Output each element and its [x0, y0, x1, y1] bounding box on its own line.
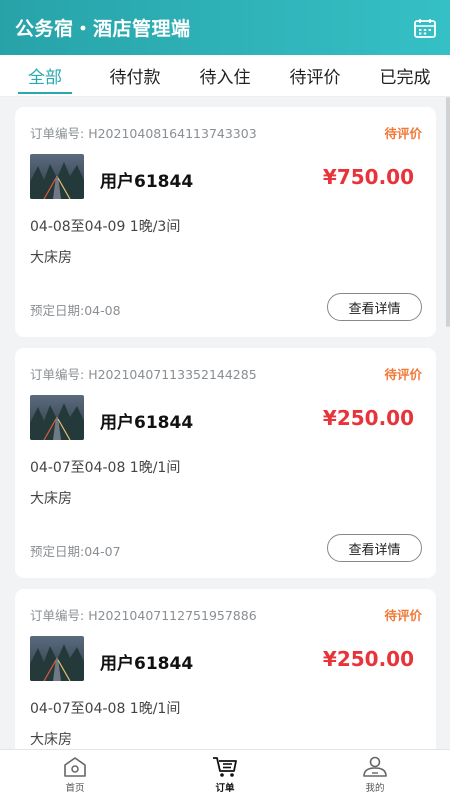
order-number: 订单编号: H20210407113352144285: [30, 364, 257, 383]
hotel-thumbnail: [30, 636, 84, 681]
calendar-icon[interactable]: [414, 17, 436, 39]
room-type: 大床房: [30, 250, 72, 266]
profile-icon: [363, 756, 387, 777]
order-number: 订单编号: H20210407112751957886: [30, 605, 257, 624]
bottom-navigation: 首页 订单 我的: [0, 749, 450, 800]
room-type: 大床房: [30, 732, 72, 748]
page-title: 公务宿・酒店管理端: [15, 18, 191, 40]
order-tabs: 全部 待付款 待入住 待评价 已完成: [0, 55, 450, 97]
stay-dates: 04-07至04-08 1晚/1间: [30, 701, 181, 717]
order-number-value: H20210408164113743303: [88, 126, 257, 141]
hotel-thumbnail: [30, 154, 84, 199]
order-price: ¥250.00: [322, 647, 414, 671]
order-number-label: 订单编号:: [30, 367, 85, 382]
nav-orders[interactable]: 订单: [150, 750, 300, 800]
order-number-label: 订单编号:: [30, 608, 85, 623]
home-icon: [64, 757, 86, 777]
order-list[interactable]: 订单编号: H20210408164113743303 待评价 用户61844 …: [0, 97, 450, 749]
stay-dates: 04-07至04-08 1晚/1间: [30, 460, 181, 476]
tab-pending-checkin[interactable]: 待入住: [180, 55, 270, 96]
order-card[interactable]: 订单编号: H20210407113352144285 待评价 用户61844 …: [15, 348, 436, 578]
cart-icon: [213, 757, 237, 777]
order-number-label: 订单编号:: [30, 126, 85, 141]
customer-name: 用户61844: [100, 413, 194, 433]
order-card[interactable]: 订单编号: H20210407112751957886 待评价 用户61844 …: [15, 589, 436, 749]
customer-name: 用户61844: [100, 654, 194, 674]
status-badge: 待评价: [384, 367, 422, 382]
tab-pending-payment[interactable]: 待付款: [90, 55, 180, 96]
order-price: ¥750.00: [322, 165, 414, 189]
nav-orders-label: 订单: [215, 783, 235, 794]
status-badge: 待评价: [384, 126, 422, 141]
order-price: ¥250.00: [322, 406, 414, 430]
order-number-value: H20210407112751957886: [88, 608, 257, 623]
stay-dates: 04-08至04-09 1晚/3间: [30, 219, 181, 235]
order-number-value: H20210407113352144285: [88, 367, 257, 382]
tab-pending-review[interactable]: 待评价: [270, 55, 360, 96]
order-number: 订单编号: H20210408164113743303: [30, 123, 257, 142]
app-header: 公务宿・酒店管理端: [0, 0, 450, 55]
tab-completed[interactable]: 已完成: [360, 55, 450, 96]
hotel-thumbnail: [30, 395, 84, 440]
scrollbar[interactable]: [446, 97, 450, 327]
tab-all[interactable]: 全部: [0, 55, 90, 96]
status-badge: 待评价: [384, 608, 422, 623]
customer-name: 用户61844: [100, 172, 194, 192]
nav-profile-label: 我的: [365, 783, 385, 794]
room-type: 大床房: [30, 491, 72, 507]
view-details-button[interactable]: 查看详情: [327, 534, 422, 562]
booking-date: 预定日期:04-08: [30, 303, 121, 318]
nav-profile[interactable]: 我的: [300, 750, 450, 800]
booking-date: 预定日期:04-07: [30, 544, 121, 559]
order-card[interactable]: 订单编号: H20210408164113743303 待评价 用户61844 …: [15, 107, 436, 337]
nav-home[interactable]: 首页: [0, 750, 150, 800]
nav-home-label: 首页: [65, 783, 85, 794]
view-details-button[interactable]: 查看详情: [327, 293, 422, 321]
